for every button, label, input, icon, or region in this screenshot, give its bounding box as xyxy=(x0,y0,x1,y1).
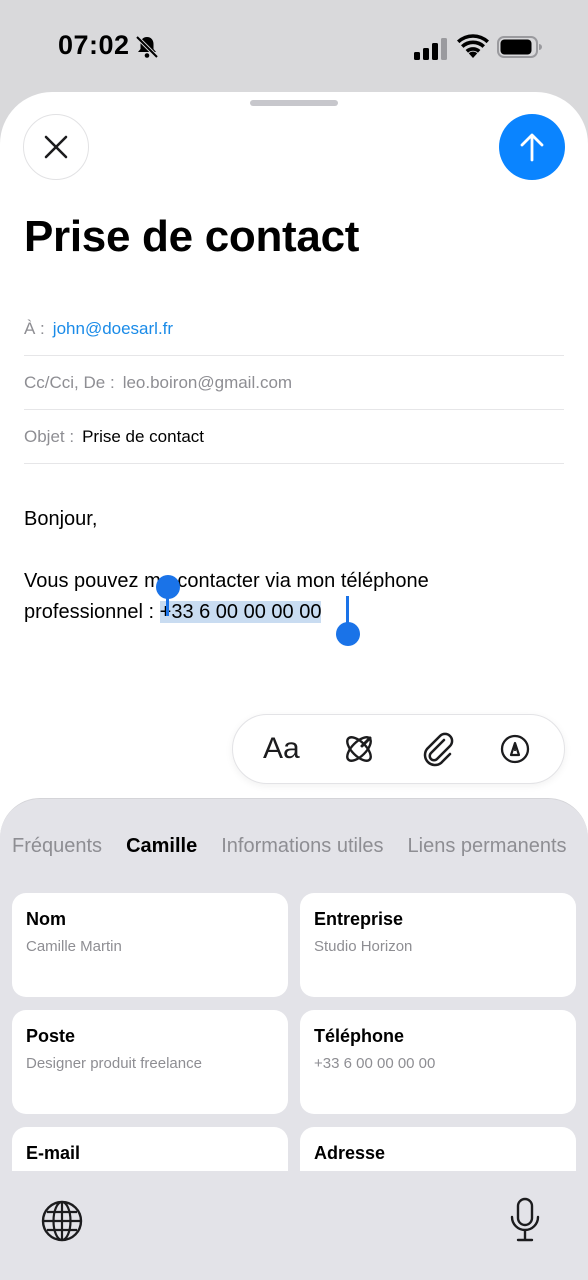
text-format-button[interactable]: Aa xyxy=(263,732,300,766)
to-label: À : xyxy=(24,318,45,338)
writing-tools-icon xyxy=(345,736,372,762)
close-button[interactable] xyxy=(23,114,89,180)
contact-cards: Nom Camille Martin Entreprise Studio Hor… xyxy=(12,893,576,1171)
card-value: +33 6 00 00 00 00 xyxy=(314,1055,436,1072)
battery-icon xyxy=(497,36,542,58)
card-value: Camille Martin xyxy=(26,938,122,955)
card-email[interactable]: E-mail xyxy=(12,1127,288,1171)
selected-phone-text[interactable]: +33 6 00 00 00 00 xyxy=(159,601,322,623)
bell-slash-icon xyxy=(135,35,159,59)
body-prefix: professionnel : xyxy=(24,601,160,623)
selection-start-handle[interactable] xyxy=(156,575,180,599)
card-label: Téléphone xyxy=(314,1026,405,1046)
selection-end-handle[interactable] xyxy=(336,622,360,646)
keyboard-panel: Fréquents Camille Informations utiles Li… xyxy=(0,798,588,1280)
autofill-tabs: Fréquents Camille Informations utiles Li… xyxy=(12,835,588,869)
arrow-up-icon xyxy=(520,133,544,162)
card-phone[interactable]: Téléphone +33 6 00 00 00 00 xyxy=(300,1010,576,1114)
to-recipient[interactable]: john@doesarl.fr xyxy=(53,319,173,339)
body-line-phone: professionnel : +33 6 00 00 00 00 xyxy=(24,597,564,628)
to-field[interactable]: À : john@doesarl.fr xyxy=(24,302,564,356)
wifi-icon xyxy=(457,34,489,58)
writing-tools-button[interactable] xyxy=(340,730,378,768)
card-value: Designer produit freelance xyxy=(26,1055,202,1072)
card-company[interactable]: Entreprise Studio Horizon xyxy=(300,893,576,997)
tab-permalinks[interactable]: Liens permanents xyxy=(408,835,567,869)
card-name[interactable]: Nom Camille Martin xyxy=(12,893,288,997)
subject-label: Objet : xyxy=(24,426,75,446)
cc-from-field[interactable]: Cc/Cci, De : leo.boiron@gmail.com xyxy=(24,356,564,410)
card-label: Poste xyxy=(26,1026,76,1046)
tab-frequents[interactable]: Fréquents xyxy=(12,835,102,869)
close-icon xyxy=(44,135,68,159)
card-value: Studio Horizon xyxy=(314,938,413,955)
card-label: Nom xyxy=(26,909,66,929)
tab-useful-info[interactable]: Informations utiles xyxy=(221,835,383,869)
message-body[interactable]: Bonjour, Vous pouvez me contacter via mo… xyxy=(24,504,564,628)
sheet-grabber[interactable] xyxy=(250,100,338,106)
globe-icon[interactable] xyxy=(40,1199,84,1243)
status-bar: 07:02 xyxy=(0,0,588,92)
microphone-icon[interactable] xyxy=(508,1197,542,1243)
cellular-signal-icon xyxy=(414,38,447,60)
compose-title: Prise de contact xyxy=(24,212,360,261)
body-line: Vous pouvez me contacter via mon télépho… xyxy=(24,570,429,592)
from-address[interactable]: leo.boiron@gmail.com xyxy=(123,373,292,393)
cc-label: Cc/Cci, De : xyxy=(24,372,115,392)
card-label: Adresse xyxy=(314,1143,386,1163)
markup-pen-icon xyxy=(500,734,530,764)
card-label: Entreprise xyxy=(314,909,404,929)
send-button[interactable] xyxy=(499,114,565,180)
tab-camille[interactable]: Camille xyxy=(126,835,197,869)
subject-input[interactable]: Prise de contact xyxy=(82,427,204,447)
paperclip-icon xyxy=(423,732,454,767)
subject-field[interactable]: Objet : Prise de contact xyxy=(24,410,564,464)
markup-button[interactable] xyxy=(496,730,534,768)
body-greeting: Bonjour, xyxy=(24,508,98,530)
format-toolbar: Aa xyxy=(232,714,565,784)
status-time: 07:02 xyxy=(58,30,130,60)
card-label: E-mail xyxy=(26,1143,81,1163)
attachment-button[interactable] xyxy=(418,730,456,768)
card-address[interactable]: Adresse xyxy=(300,1127,576,1171)
card-job-title[interactable]: Poste Designer produit freelance xyxy=(12,1010,288,1114)
